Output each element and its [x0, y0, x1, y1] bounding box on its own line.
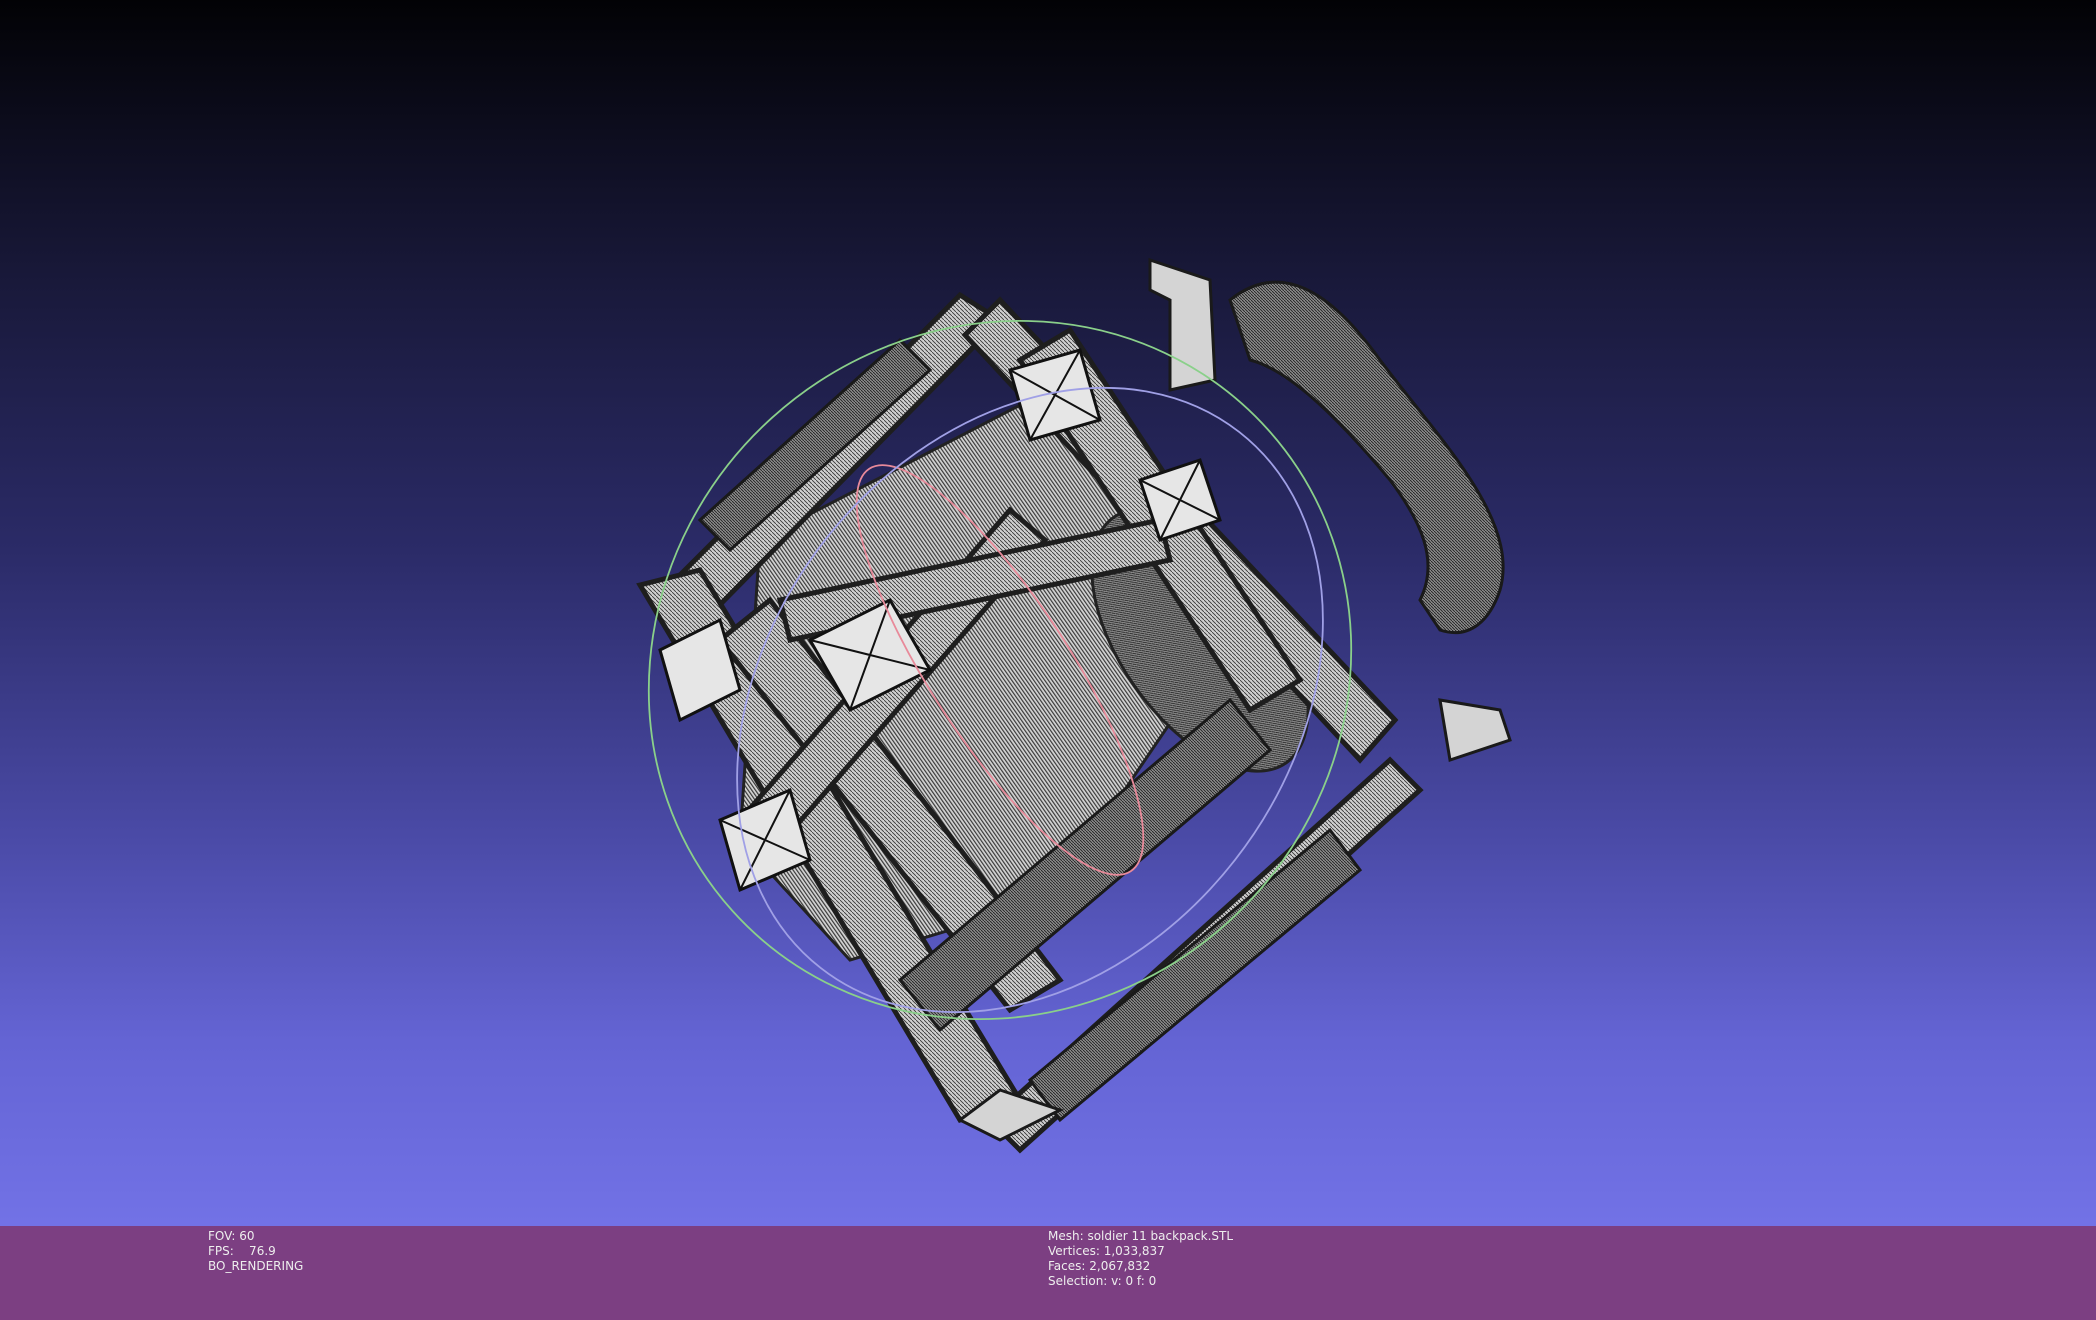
- selection-readout: Selection: v: 0 f: 0: [1048, 1274, 1157, 1288]
- fov-readout: FOV: 60: [208, 1229, 255, 1243]
- render-info: FOV: 60 FPS: 76.9 BO_RENDERING: [208, 1229, 303, 1274]
- mesh-render[interactable]: [0, 0, 2096, 1226]
- mesh-info: Mesh: soldier 11 backpack.STL Vertices: …: [1048, 1229, 1233, 1289]
- mesh-bracket-right: [1438, 698, 1512, 762]
- vertices-readout: Vertices: 1,033,837: [1048, 1244, 1165, 1258]
- mesh-bracket-top: [1148, 257, 1217, 392]
- mesh-name-readout: Mesh: soldier 11 backpack.STL: [1048, 1229, 1234, 1243]
- backpack-mesh: [636, 257, 1512, 1154]
- status-info-bar: FOV: 60 FPS: 76.9 BO_RENDERING Mesh: sol…: [0, 1226, 2096, 1320]
- 3d-viewport[interactable]: [0, 0, 2096, 1226]
- mesh-handle: [1228, 280, 1505, 635]
- render-mode-readout: BO_RENDERING: [208, 1259, 304, 1273]
- fps-readout: FPS: 76.9: [208, 1244, 276, 1258]
- faces-readout: Faces: 2,067,832: [1048, 1259, 1151, 1273]
